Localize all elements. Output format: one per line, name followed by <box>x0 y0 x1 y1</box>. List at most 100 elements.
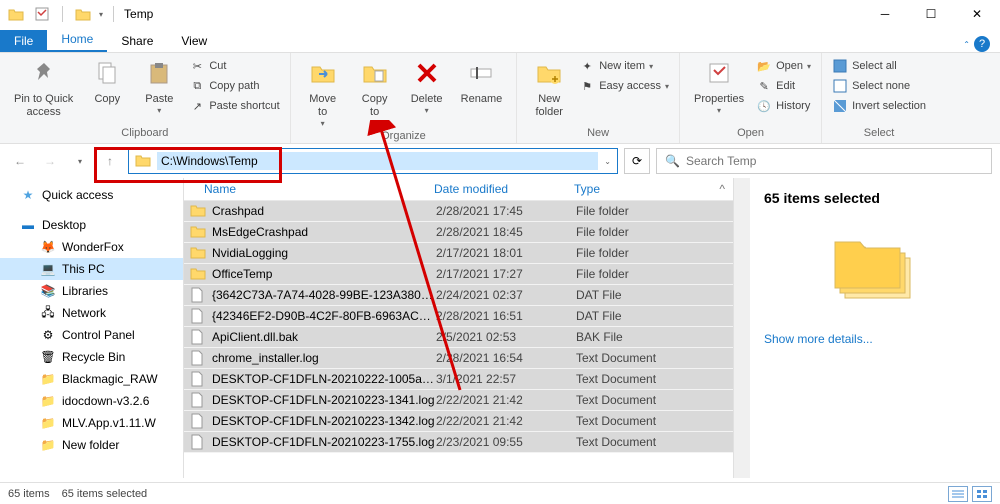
table-row[interactable]: DESKTOP-CF1DFLN-20210223-1341.log2/22/20… <box>184 390 733 411</box>
copy-to-button[interactable]: Copy to▾ <box>351 57 399 130</box>
sidebar-desktop[interactable]: ▬Desktop <box>0 214 183 236</box>
select-none-button[interactable]: Select none <box>830 77 928 95</box>
col-type[interactable]: Type <box>574 182 694 196</box>
sidebar-quick-access[interactable]: ★Quick access <box>0 184 183 206</box>
folder-icon <box>73 4 93 24</box>
sidebar-item[interactable]: ⚙Control Panel <box>0 324 183 346</box>
delete-icon <box>411 59 443 91</box>
new-folder-icon <box>533 59 565 91</box>
help-icon[interactable]: ? <box>974 36 990 52</box>
open-button[interactable]: 📂Open ▾ <box>754 57 813 75</box>
easy-access-button[interactable]: ⚑Easy access ▾ <box>577 77 671 95</box>
history-button[interactable]: 🕓History <box>754 97 813 115</box>
tab-home[interactable]: Home <box>47 28 107 52</box>
properties-icon <box>703 59 735 91</box>
table-row[interactable]: ApiClient.dll.bak2/5/2021 02:53BAK File <box>184 327 733 348</box>
properties-icon[interactable] <box>32 4 52 24</box>
item-icon: 🗑 <box>40 349 56 365</box>
new-folder-button[interactable]: New folder <box>525 57 573 121</box>
address-bar[interactable]: ⌄ <box>128 148 618 174</box>
folder-icon <box>190 224 206 240</box>
minimize-button[interactable]: ─ <box>862 0 908 28</box>
paste-shortcut-button[interactable]: ↗Paste shortcut <box>187 97 281 115</box>
history-icon: 🕓 <box>756 98 772 114</box>
properties-button[interactable]: Properties▾ <box>688 57 750 117</box>
file-icon <box>190 434 206 450</box>
col-date[interactable]: Date modified <box>434 182 574 196</box>
file-icon <box>190 392 206 408</box>
forward-button[interactable]: → <box>38 149 62 173</box>
paste-button[interactable]: Paste ▾ <box>135 57 183 117</box>
file-icon <box>190 287 206 303</box>
file-list[interactable]: Crashpad2/28/2021 17:45File folderMsEdge… <box>184 201 733 478</box>
sidebar-item[interactable]: 📁New folder <box>0 434 183 456</box>
sidebar-item[interactable]: 📁Blackmagic_RAW <box>0 368 183 390</box>
table-row[interactable]: MsEdgeCrashpad2/28/2021 18:45File folder <box>184 222 733 243</box>
table-row[interactable]: chrome_installer.log2/28/2021 16:54Text … <box>184 348 733 369</box>
move-to-button[interactable]: Move to▾ <box>299 57 347 130</box>
dropdown-icon[interactable]: ⌄ <box>604 157 611 166</box>
file-icon <box>190 350 206 366</box>
back-button[interactable]: ← <box>8 149 32 173</box>
file-icon <box>190 371 206 387</box>
sidebar-item[interactable]: 📁MLV.App.v1.11.W <box>0 412 183 434</box>
file-icon <box>190 413 206 429</box>
scrollbar[interactable] <box>734 178 750 478</box>
close-button[interactable]: ✕ <box>954 0 1000 28</box>
tab-view[interactable]: View <box>167 30 221 52</box>
item-icon: 📚 <box>40 283 56 299</box>
sidebar-item[interactable]: 📁idocdown-v3.2.6 <box>0 390 183 412</box>
sidebar-item[interactable]: 🗑Recycle Bin <box>0 346 183 368</box>
rename-button[interactable]: Rename <box>455 57 509 108</box>
cut-icon: ✂ <box>189 58 205 74</box>
address-input[interactable] <box>157 152 598 170</box>
edit-icon: ✎ <box>756 78 772 94</box>
table-row[interactable]: Crashpad2/28/2021 17:45File folder <box>184 201 733 222</box>
sidebar-item[interactable]: 🦊WonderFox <box>0 236 183 258</box>
details-pane: 65 items selected Show more details... <box>750 178 1000 478</box>
show-more-link[interactable]: Show more details... <box>764 332 873 346</box>
table-row[interactable]: {42346EF2-D90B-4C2F-80FB-6963AC3C1...2/2… <box>184 306 733 327</box>
col-name[interactable]: Name <box>204 182 434 196</box>
column-headers[interactable]: Name Date modified Type ^ <box>184 178 733 201</box>
item-icon: 📁 <box>40 415 56 431</box>
item-icon: 💻 <box>40 261 56 277</box>
view-thumbnails-button[interactable] <box>972 486 992 502</box>
ribbon-toggle-icon[interactable]: ⌃ <box>963 40 970 49</box>
edit-button[interactable]: ✎Edit <box>754 77 813 95</box>
invert-selection-button[interactable]: Invert selection <box>830 97 928 115</box>
sidebar-item[interactable]: 🖧Network <box>0 302 183 324</box>
chevron-down-icon[interactable]: ▾ <box>99 10 103 19</box>
chevron-down-icon[interactable]: ▾ <box>157 106 161 115</box>
table-row[interactable]: DESKTOP-CF1DFLN-20210223-1342.log2/22/20… <box>184 411 733 432</box>
copy-button[interactable]: Copy <box>83 57 131 108</box>
refresh-button[interactable]: ⟳ <box>624 148 650 174</box>
cut-button[interactable]: ✂Cut <box>187 57 281 75</box>
recent-button[interactable]: ▾ <box>68 149 92 173</box>
table-row[interactable]: OfficeTemp2/17/2021 17:27File folder <box>184 264 733 285</box>
easy-access-icon: ⚑ <box>579 78 595 94</box>
item-icon: 🖧 <box>40 305 56 321</box>
select-all-button[interactable]: Select all <box>830 57 928 75</box>
view-details-button[interactable] <box>948 486 968 502</box>
sidebar-item[interactable]: 📚Libraries <box>0 280 183 302</box>
search-input[interactable] <box>686 154 983 168</box>
search-box[interactable]: 🔍 <box>656 148 992 174</box>
table-row[interactable]: DESKTOP-CF1DFLN-20210223-1755.log2/23/20… <box>184 432 733 453</box>
item-icon: 📁 <box>40 437 56 453</box>
table-row[interactable]: {3642C73A-7A74-4028-99BE-123A380CAE...2/… <box>184 285 733 306</box>
folder-stack-icon <box>830 222 920 312</box>
tab-share[interactable]: Share <box>107 30 167 52</box>
pin-button[interactable]: Pin to Quick access <box>8 57 79 121</box>
sidebar-item[interactable]: 💻This PC <box>0 258 183 280</box>
new-item-button[interactable]: ✦New item ▾ <box>577 57 671 75</box>
table-row[interactable]: DESKTOP-CF1DFLN-20210222-1005a.log3/1/20… <box>184 369 733 390</box>
tab-file[interactable]: File <box>0 30 47 52</box>
copy-path-button[interactable]: ⧉Copy path <box>187 77 281 95</box>
folder-icon <box>190 245 206 261</box>
up-button[interactable]: ↑ <box>98 149 122 173</box>
delete-button[interactable]: Delete▾ <box>403 57 451 117</box>
navigation-pane[interactable]: ★Quick access ▬Desktop 🦊WonderFox💻This P… <box>0 178 184 478</box>
maximize-button[interactable]: ☐ <box>908 0 954 28</box>
table-row[interactable]: NvidiaLogging2/17/2021 18:01File folder <box>184 243 733 264</box>
